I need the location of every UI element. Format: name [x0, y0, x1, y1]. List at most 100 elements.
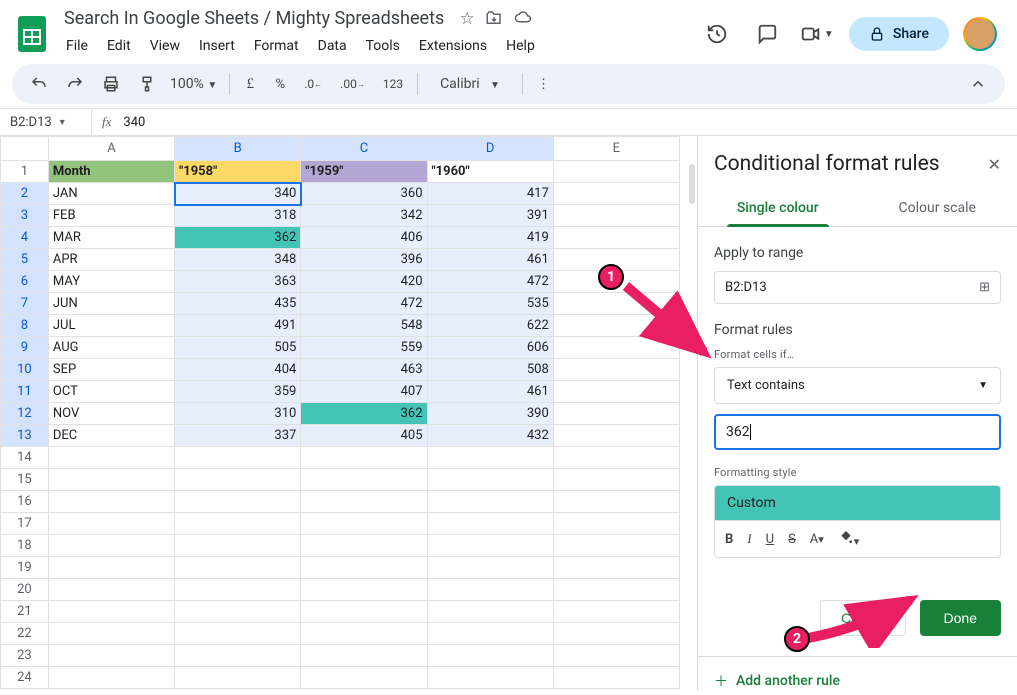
fill-color-button[interactable]: ▾: [838, 529, 859, 549]
cell[interactable]: 337: [175, 425, 301, 447]
row-header[interactable]: 24: [1, 667, 49, 689]
row-header[interactable]: 22: [1, 623, 49, 645]
select-range-icon[interactable]: ⊞: [979, 280, 990, 295]
currency-button[interactable]: £: [236, 70, 264, 98]
cell[interactable]: 360: [301, 183, 427, 205]
cell[interactable]: DEC: [48, 425, 174, 447]
row-header[interactable]: 12: [1, 403, 49, 425]
history-icon[interactable]: [699, 16, 735, 52]
menu-edit[interactable]: Edit: [99, 34, 139, 58]
cell[interactable]: 396: [301, 249, 427, 271]
more-formats-button[interactable]: 123: [375, 70, 411, 98]
cell[interactable]: JAN: [48, 183, 174, 205]
condition-select[interactable]: Text contains ▼: [714, 367, 1001, 404]
done-button[interactable]: Done: [920, 600, 1001, 636]
menu-data[interactable]: Data: [310, 34, 355, 58]
cell[interactable]: 463: [301, 359, 427, 381]
cell[interactable]: [553, 359, 679, 381]
cell[interactable]: FEB: [48, 205, 174, 227]
cell[interactable]: 391: [427, 205, 553, 227]
account-avatar[interactable]: [963, 17, 997, 51]
row-header[interactable]: 23: [1, 645, 49, 667]
select-all-corner[interactable]: [1, 137, 49, 161]
cell[interactable]: 472: [301, 293, 427, 315]
row-header[interactable]: 8: [1, 315, 49, 337]
row-header[interactable]: 14: [1, 447, 49, 469]
cell[interactable]: 606: [427, 337, 553, 359]
cell[interactable]: 318: [175, 205, 301, 227]
cell[interactable]: [553, 161, 679, 183]
row-header[interactable]: 2: [1, 183, 49, 205]
sheets-logo[interactable]: [12, 14, 52, 54]
apply-range-input[interactable]: B2:D13 ⊞: [714, 271, 1001, 304]
meet-icon[interactable]: ▼: [799, 16, 835, 52]
cell[interactable]: [553, 227, 679, 249]
redo-button[interactable]: [58, 70, 92, 98]
vertical-scrollbar[interactable]: [689, 164, 695, 204]
cell[interactable]: 417: [427, 183, 553, 205]
document-title[interactable]: Search In Google Sheets / Mighty Spreads…: [58, 6, 450, 31]
cell[interactable]: 559: [301, 337, 427, 359]
tab-single-colour[interactable]: Single colour: [698, 194, 858, 226]
menu-help[interactable]: Help: [498, 34, 543, 58]
row-header[interactable]: 21: [1, 601, 49, 623]
menu-file[interactable]: File: [58, 34, 96, 58]
col-header-c[interactable]: C: [301, 137, 427, 161]
row-header[interactable]: 9: [1, 337, 49, 359]
col-header-e[interactable]: E: [553, 137, 679, 161]
menu-view[interactable]: View: [142, 34, 188, 58]
font-select[interactable]: Calibri ▼: [424, 76, 516, 92]
cell[interactable]: 505: [175, 337, 301, 359]
cell[interactable]: "1958": [175, 161, 301, 183]
row-header[interactable]: 18: [1, 535, 49, 557]
star-icon[interactable]: ☆: [459, 9, 474, 32]
cell[interactable]: 390: [427, 403, 553, 425]
cell[interactable]: APR: [48, 249, 174, 271]
cell[interactable]: 461: [427, 249, 553, 271]
cancel-button[interactable]: Cancel: [820, 600, 906, 636]
cell[interactable]: SEP: [48, 359, 174, 381]
row-header[interactable]: 19: [1, 557, 49, 579]
percent-button[interactable]: %: [266, 70, 294, 98]
text-color-button[interactable]: A▾: [810, 532, 824, 547]
underline-button[interactable]: U: [766, 532, 774, 547]
more-toolbar-button[interactable]: ⋮: [529, 70, 558, 98]
cell[interactable]: 404: [175, 359, 301, 381]
cell[interactable]: 362: [301, 403, 427, 425]
close-icon[interactable]: ✕: [988, 155, 1001, 174]
cell[interactable]: 491: [175, 315, 301, 337]
row-header[interactable]: 4: [1, 227, 49, 249]
name-box[interactable]: B2:D13▼: [0, 109, 92, 135]
cell[interactable]: [553, 315, 679, 337]
spreadsheet-grid[interactable]: A B C D E 1Month"1958""1959""1960"2JAN34…: [0, 136, 697, 691]
cell[interactable]: 548: [301, 315, 427, 337]
share-button[interactable]: Share: [849, 17, 949, 51]
cell[interactable]: 419: [427, 227, 553, 249]
cell[interactable]: 535: [427, 293, 553, 315]
row-header[interactable]: 5: [1, 249, 49, 271]
zoom-select[interactable]: 100% ▼: [164, 76, 223, 92]
cloud-status-icon[interactable]: [513, 9, 533, 32]
bold-button[interactable]: B: [725, 532, 733, 547]
condition-value-input[interactable]: 362: [714, 414, 1001, 450]
col-header-a[interactable]: A: [48, 137, 174, 161]
cell[interactable]: [553, 205, 679, 227]
cell[interactable]: 359: [175, 381, 301, 403]
cell[interactable]: [553, 425, 679, 447]
row-header[interactable]: 7: [1, 293, 49, 315]
row-header[interactable]: 3: [1, 205, 49, 227]
cell[interactable]: 362: [175, 227, 301, 249]
menu-insert[interactable]: Insert: [191, 34, 243, 58]
cell[interactable]: 407: [301, 381, 427, 403]
row-header[interactable]: 20: [1, 579, 49, 601]
row-header[interactable]: 17: [1, 513, 49, 535]
italic-button[interactable]: I: [747, 531, 751, 547]
move-icon[interactable]: [485, 9, 503, 32]
strike-button[interactable]: S: [788, 532, 796, 547]
style-preview[interactable]: Custom: [714, 485, 1001, 520]
menu-extensions[interactable]: Extensions: [411, 34, 495, 58]
menu-format[interactable]: Format: [246, 34, 307, 58]
cell[interactable]: OCT: [48, 381, 174, 403]
cell[interactable]: 348: [175, 249, 301, 271]
cell[interactable]: 405: [301, 425, 427, 447]
